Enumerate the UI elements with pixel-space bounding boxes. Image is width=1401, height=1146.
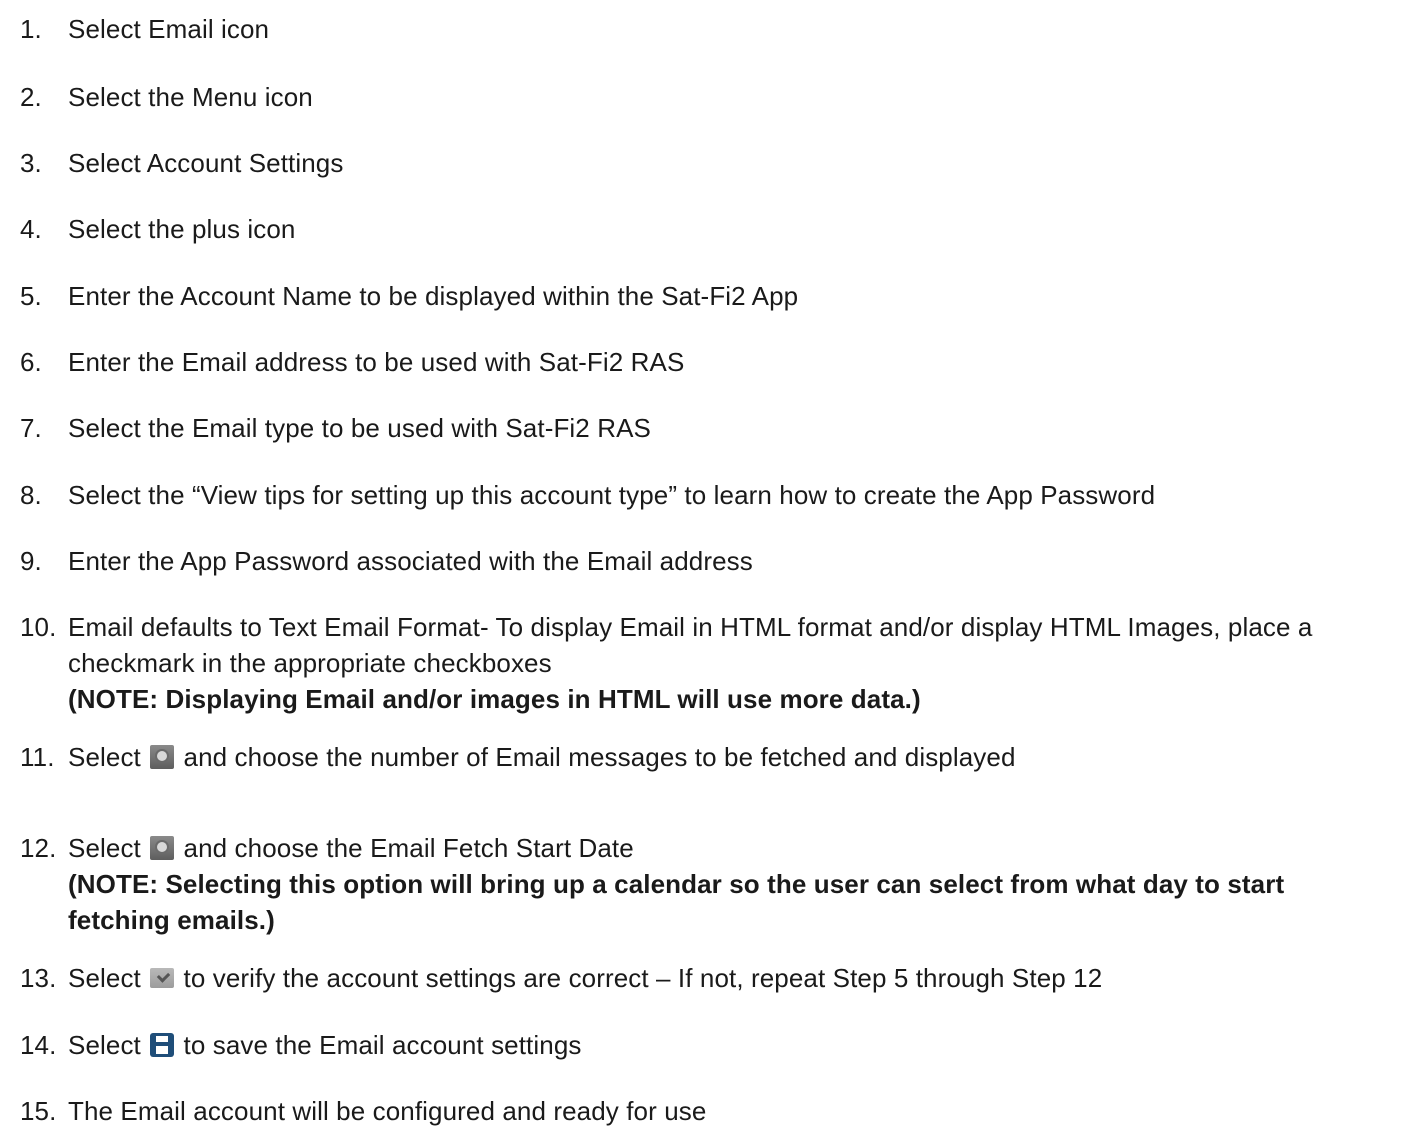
step-text: Select Account Settings [68, 148, 344, 178]
step-number: 13. [20, 963, 57, 993]
step-11: 11. Select and choose the number of Email… [20, 739, 1401, 775]
step-3: 3. Select Account Settings [20, 145, 1401, 181]
step-number: 5. [20, 281, 42, 311]
step-number: 14. [20, 1030, 57, 1060]
step-number: 7. [20, 413, 42, 443]
step-text-post: to verify the account settings are corre… [183, 963, 1103, 993]
step-text: Enter the Account Name to be displayed w… [68, 281, 799, 311]
step-number: 2. [20, 82, 42, 112]
step-number: 3. [20, 148, 42, 178]
step-15: 15. The Email account will be configured … [20, 1093, 1401, 1129]
step-text-post: and choose the number of Email messages … [183, 742, 1016, 772]
step-text-post: and choose the Email Fetch Start Date [183, 833, 634, 863]
step-10-note: (NOTE: Displaying Email and/or images in… [68, 684, 921, 714]
step-number: 4. [20, 214, 42, 244]
settings-icon [150, 745, 175, 769]
step-text-pre: Select [68, 833, 141, 863]
save-icon [150, 1033, 175, 1057]
step-number: 6. [20, 347, 42, 377]
step-12: 12. Select and choose the Email Fetch Sta… [20, 830, 1401, 866]
step-number: 11. [20, 742, 55, 772]
step-text: Select the plus icon [68, 214, 296, 244]
step-text-post: to save the Email account settings [183, 1030, 582, 1060]
step-number: 12. [20, 833, 57, 863]
step-text-pre: Select [68, 1030, 141, 1060]
step-12-note-line-2: fetching emails.) [68, 905, 275, 935]
step-number: 8. [20, 480, 42, 510]
step-9: 9. Enter the App Password associated with… [20, 543, 1401, 579]
step-7: 7. Select the Email type to be used with … [20, 410, 1401, 446]
step-text-pre: Select [68, 963, 141, 993]
step-number: 1. [20, 14, 42, 44]
step-1: 1. Select Email icon [20, 11, 1401, 47]
step-10: 10. Email defaults to Text Email Format- … [20, 609, 1401, 645]
step-text: The Email account will be configured and… [68, 1096, 707, 1126]
step-number: 15. [20, 1096, 57, 1126]
step-text: Enter the App Password associated with t… [68, 546, 753, 576]
step-4: 4. Select the plus icon [20, 211, 1401, 247]
settings-icon [150, 836, 175, 860]
step-text: Enter the Email address to be used with … [68, 347, 685, 377]
step-2: 2. Select the Menu icon [20, 79, 1401, 115]
step-text-pre: Select [68, 742, 141, 772]
step-14: 14. Select to save the Email account sett… [20, 1027, 1401, 1063]
step-text: Select Email icon [68, 14, 270, 44]
step-number: 9. [20, 546, 42, 576]
step-number: 10. [20, 612, 57, 642]
step-text: Select the Email type to be used with Sa… [68, 413, 651, 443]
step-5: 5. Enter the Account Name to be displayed… [20, 278, 1401, 314]
step-text: Select the Menu icon [68, 82, 313, 112]
step-8: 8. Select the “View tips for setting up t… [20, 477, 1401, 513]
step-text: Email defaults to Text Email Format- To … [68, 612, 1313, 642]
verify-check-icon [150, 968, 175, 988]
step-6: 6. Enter the Email address to be used wit… [20, 344, 1401, 380]
step-13: 13. Select to verify the account settings… [20, 960, 1401, 996]
step-10-continuation: checkmark in the appropriate checkboxes [68, 648, 552, 678]
step-12-note-line-1: (NOTE: Selecting this option will bring … [68, 869, 1285, 899]
step-text: Select the “View tips for setting up thi… [68, 480, 1156, 510]
